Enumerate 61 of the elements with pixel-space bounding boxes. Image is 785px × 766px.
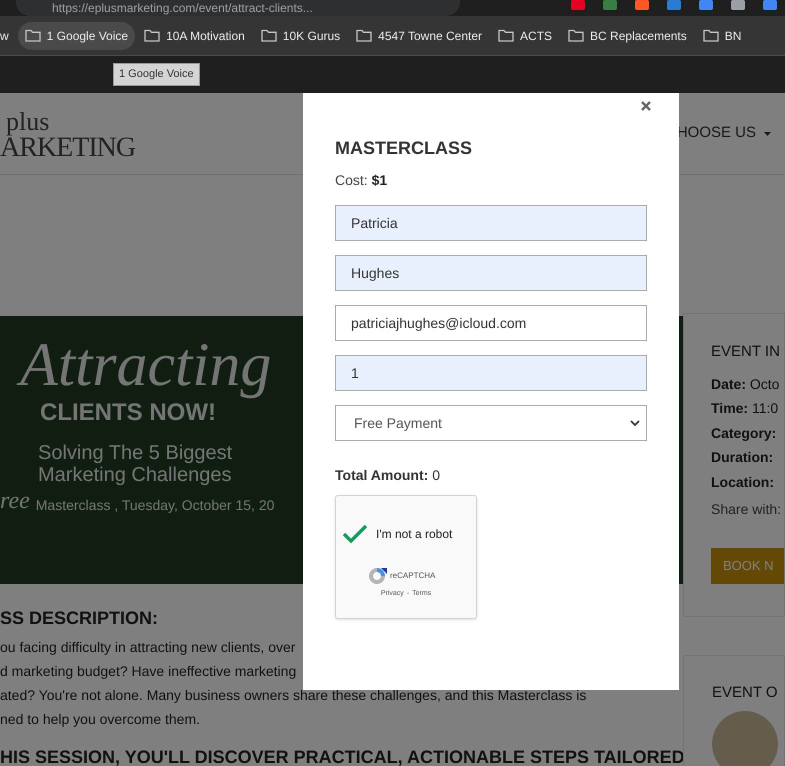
extension-icon — [763, 0, 777, 10]
extension-icon — [635, 0, 649, 10]
extension-icon — [667, 0, 681, 10]
bookmark[interactable]: ACTS — [491, 22, 560, 50]
folder-icon — [356, 29, 372, 42]
bookmark[interactable]: 4547 Towne Center — [349, 22, 490, 50]
captcha-brand: reCAPTCHA — [390, 570, 436, 582]
banner-tag: ree — [0, 488, 30, 514]
description-text: d marketing budget? Have ineffective marketing — [0, 662, 298, 681]
banner-headline: CLIENTS NOW! — [39, 400, 216, 426]
card-heading: EVENT IN — [711, 342, 780, 362]
extension-icon — [699, 0, 713, 10]
input-field[interactable]: 1 — [335, 355, 647, 391]
event-detail: Location: — [711, 472, 775, 492]
captcha-label: I'm not a robot — [376, 526, 452, 543]
share-label: Share with: — [711, 500, 782, 519]
event-detail: Category: — [711, 424, 778, 443]
description-text: ated? You're not alone. Many business owners share these challenges, and this Masterclass is — [0, 686, 588, 705]
extension-icon — [603, 0, 617, 10]
folder-icon — [702, 29, 719, 42]
description-text: ou facing difficulty in attracting new clients, over — [0, 638, 296, 657]
input-field[interactable]: Hughes — [335, 255, 647, 291]
banner-subtitle: Solving The 5 Biggest Marketing Challenges — [37, 441, 232, 486]
event-detail: Date: Octo — [711, 374, 780, 394]
folder-icon — [498, 29, 514, 42]
close-button[interactable] — [640, 100, 652, 112]
banner-date: Masterclass , Tuesday, October 15, 20 — [36, 496, 274, 514]
chevron-icon — [630, 420, 640, 426]
cost-text: Cost: $1 — [335, 171, 388, 190]
logo-text: plus — [5, 110, 50, 134]
total-amount: Total Amount: 0 — [335, 466, 441, 485]
input-field[interactable]: patriciajhughes@icloud.com — [335, 305, 647, 341]
event-detail: Time: 11:0 — [711, 399, 780, 418]
input-field[interactable]: Patricia — [335, 205, 647, 241]
folder-icon — [260, 29, 277, 42]
folder-icon — [24, 29, 41, 42]
section-heading: SS DESCRIPTION: — [0, 607, 160, 630]
extension-icon — [731, 0, 745, 10]
caret-icon — [764, 132, 771, 136]
folder-icon — [568, 29, 584, 42]
checkmark-icon — [342, 524, 368, 544]
avatar — [712, 710, 778, 766]
description-text: ned to help you overcome them. — [0, 710, 202, 729]
extension-icon — [571, 0, 585, 10]
event-detail: Duration: — [711, 448, 774, 467]
banner-title: Attracting — [18, 330, 272, 400]
bookmark[interactable]: 10K Gurus — [254, 22, 348, 50]
bookmark[interactable]: BN — [696, 22, 748, 50]
bookmark[interactable]: BC Replacements — [561, 22, 694, 50]
tooltip: 1 Google Voice — [113, 63, 200, 86]
recaptcha-logo-icon — [366, 565, 388, 587]
bookmark[interactable]: w — [0, 22, 16, 50]
folder-icon — [144, 29, 160, 42]
modal-title: MASTERCLASS — [335, 137, 474, 160]
card-heading: EVENT O — [712, 683, 778, 703]
section-heading: HIS SESSION, YOU'LL DISCOVER PRACTICAL, ACTIONABLE STEPS TAILORED — [0, 746, 683, 766]
payment-dropdown[interactable]: Free Payment — [335, 405, 647, 441]
address-bar[interactable]: https://eplusmarketing.com/event/attract-clients... — [16, 0, 460, 16]
bookmark[interactable]: 1 Google Voice — [18, 22, 136, 50]
bookmark[interactable]: 10A Motivation — [137, 22, 252, 50]
close-icon — [640, 100, 652, 112]
